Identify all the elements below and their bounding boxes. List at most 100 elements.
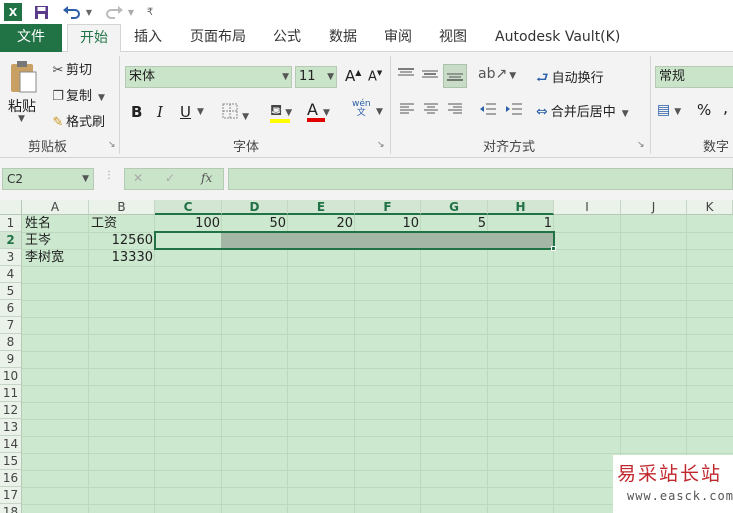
row-header-6[interactable]: 6 bbox=[0, 300, 22, 317]
number-format-combo[interactable]: 常规 bbox=[655, 66, 733, 88]
tab-review[interactable]: 审阅 bbox=[376, 24, 420, 52]
column-header-d[interactable]: D bbox=[222, 200, 288, 215]
cell-a1[interactable]: 姓名 bbox=[25, 215, 51, 232]
merge-center-button[interactable]: ⇔ 合并后居中 ▼ bbox=[536, 101, 629, 120]
italic-button[interactable]: I bbox=[157, 103, 163, 121]
increase-indent-button[interactable] bbox=[505, 102, 523, 120]
tab-home[interactable]: 开始 bbox=[67, 24, 121, 53]
cell-b1[interactable]: 工资 bbox=[91, 215, 117, 232]
save-icon[interactable] bbox=[32, 3, 50, 21]
row-header-15[interactable]: 15 bbox=[0, 453, 22, 470]
phonetic-guide-button[interactable]: wén 文 bbox=[352, 100, 371, 118]
font-launcher-icon[interactable]: ↘ bbox=[377, 140, 385, 150]
row-header-17[interactable]: 17 bbox=[0, 487, 22, 504]
align-right-button[interactable] bbox=[447, 102, 463, 120]
row-header-10[interactable]: 10 bbox=[0, 368, 22, 385]
column-header-a[interactable]: A bbox=[22, 200, 89, 215]
align-center-button[interactable] bbox=[423, 102, 439, 120]
column-header-c[interactable]: C bbox=[155, 200, 222, 215]
phonetic-dropdown-icon[interactable]: ▼ bbox=[376, 107, 383, 117]
comma-style-button[interactable]: , bbox=[723, 98, 728, 117]
select-all-button[interactable] bbox=[0, 200, 22, 215]
cell-g1[interactable]: 5 bbox=[421, 215, 486, 232]
row-header-11[interactable]: 11 bbox=[0, 385, 22, 402]
confirm-entry-button[interactable]: ✓ bbox=[165, 171, 175, 185]
column-header-i[interactable]: I bbox=[554, 200, 621, 215]
cell-b3[interactable]: 13330 bbox=[89, 249, 153, 266]
paste-dropdown-icon[interactable]: ▼ bbox=[18, 114, 25, 124]
cell-c1[interactable]: 100 bbox=[155, 215, 220, 232]
tab-autodesk-vault[interactable]: Autodesk Vault(K) bbox=[487, 24, 628, 52]
align-top-button[interactable] bbox=[397, 66, 415, 86]
align-middle-button[interactable] bbox=[421, 66, 439, 86]
insert-function-button[interactable]: fx bbox=[201, 171, 212, 185]
formula-input[interactable] bbox=[228, 168, 733, 190]
wrap-text-button[interactable]: ⮐ 自动换行 bbox=[536, 67, 604, 91]
tab-insert[interactable]: 插入 bbox=[126, 24, 170, 52]
tab-data[interactable]: 数据 bbox=[321, 24, 365, 52]
row-header-2[interactable]: 2 bbox=[0, 232, 22, 249]
format-painter-button[interactable]: ✎ 格式刷 bbox=[50, 111, 105, 130]
undo-icon[interactable] bbox=[62, 3, 82, 21]
row-header-5[interactable]: 5 bbox=[0, 283, 22, 300]
row-header-8[interactable]: 8 bbox=[0, 334, 22, 351]
accounting-format-button[interactable]: ▤ ▼ bbox=[657, 102, 681, 118]
font-color-button[interactable]: A ▼ bbox=[307, 100, 330, 122]
paste-label[interactable]: 粘贴 bbox=[8, 96, 36, 116]
tab-view[interactable]: 视图 bbox=[431, 24, 475, 52]
percent-style-button[interactable]: % bbox=[697, 101, 711, 119]
row-header-13[interactable]: 13 bbox=[0, 419, 22, 436]
name-box[interactable]: C2 ▼ bbox=[2, 168, 94, 190]
orientation-button[interactable]: ab↗ ▼ bbox=[478, 66, 516, 82]
underline-dropdown-icon[interactable]: ▼ bbox=[197, 107, 204, 117]
shrink-font-button[interactable]: A▼ bbox=[368, 69, 382, 84]
column-header-b[interactable]: B bbox=[89, 200, 155, 215]
redo-dropdown-icon[interactable]: ▼ bbox=[126, 3, 136, 21]
cell-a3[interactable]: 李树宽 bbox=[25, 249, 64, 266]
cell-a2[interactable]: 王岑 bbox=[25, 232, 51, 249]
customize-qat-icon[interactable]: ₹ bbox=[144, 3, 156, 21]
row-header-7[interactable]: 7 bbox=[0, 317, 22, 334]
decrease-indent-button[interactable] bbox=[479, 102, 497, 120]
copy-button[interactable]: ❐ 复制 ▼ bbox=[50, 85, 105, 104]
borders-button[interactable]: ▼ bbox=[222, 103, 249, 123]
row-header-4[interactable]: 4 bbox=[0, 266, 22, 283]
row-header-18[interactable]: 18 bbox=[0, 504, 22, 513]
column-header-j[interactable]: J bbox=[621, 200, 687, 215]
row-header-3[interactable]: 3 bbox=[0, 249, 22, 266]
row-header-9[interactable]: 9 bbox=[0, 351, 22, 368]
tab-formulas[interactable]: 公式 bbox=[265, 24, 309, 52]
paste-button[interactable] bbox=[8, 60, 38, 98]
align-bottom-button[interactable] bbox=[443, 64, 467, 88]
undo-dropdown-icon[interactable]: ▼ bbox=[84, 3, 94, 21]
cell-h1[interactable]: 1 bbox=[488, 215, 552, 232]
tab-file[interactable]: 文件 bbox=[0, 24, 62, 52]
cell-e1[interactable]: 20 bbox=[288, 215, 353, 232]
bold-button[interactable]: B bbox=[131, 103, 142, 121]
align-left-button[interactable] bbox=[399, 102, 415, 120]
column-header-g[interactable]: G bbox=[421, 200, 488, 215]
column-header-k[interactable]: K bbox=[687, 200, 733, 215]
redo-icon[interactable] bbox=[104, 3, 124, 21]
font-size-combo[interactable]: 11 ▼ bbox=[295, 66, 337, 88]
clipboard-launcher-icon[interactable]: ↘ bbox=[108, 140, 116, 150]
underline-button[interactable]: U bbox=[180, 103, 191, 121]
fill-color-button[interactable]: ⛾ ▼ bbox=[270, 101, 292, 123]
font-name-combo[interactable]: 宋体 ▼ bbox=[125, 66, 292, 88]
column-header-e[interactable]: E bbox=[288, 200, 355, 215]
cell-d1[interactable]: 50 bbox=[222, 215, 286, 232]
row-header-14[interactable]: 14 bbox=[0, 436, 22, 453]
cut-button[interactable]: ✂ 剪切 bbox=[50, 59, 92, 78]
cancel-entry-button[interactable]: ✕ bbox=[133, 171, 143, 185]
column-header-h[interactable]: H bbox=[488, 200, 554, 215]
grow-font-button[interactable]: A▲ bbox=[345, 67, 361, 85]
alignment-launcher-icon[interactable]: ↘ bbox=[637, 140, 645, 150]
column-header-f[interactable]: F bbox=[355, 200, 421, 215]
selection-range-border[interactable] bbox=[154, 231, 555, 250]
cell-b2[interactable]: 12560 bbox=[89, 232, 153, 249]
tab-page-layout[interactable]: 页面布局 bbox=[182, 24, 254, 52]
cell-f1[interactable]: 10 bbox=[355, 215, 419, 232]
row-header-16[interactable]: 16 bbox=[0, 470, 22, 487]
row-header-12[interactable]: 12 bbox=[0, 402, 22, 419]
row-header-1[interactable]: 1 bbox=[0, 215, 22, 232]
